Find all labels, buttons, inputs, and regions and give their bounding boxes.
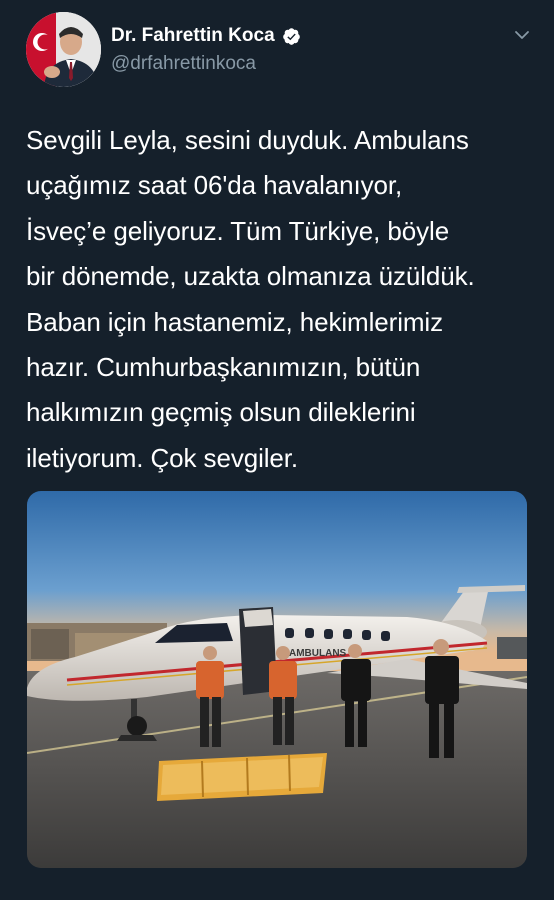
tweet-text-line: Baban için hastanemiz, hekimlerimiz: [26, 306, 444, 337]
tweet-text-line: iletiyorum. Çok sevgiler.: [26, 442, 299, 473]
avatar-image: [26, 12, 101, 87]
tweet-text-line: bir dönemde, uzakta olmanıza üzüldük.: [26, 261, 475, 292]
tweet-text-line: halkımızın geçmiş olsun dileklerini: [26, 397, 416, 428]
tweet-header: Dr. Fahrettin Koca @drfahrettinkoca: [26, 12, 531, 88]
tweet-media[interactable]: AMBULANS: [27, 491, 527, 868]
tweet-text-line: Sevgili Leyla, sesini duyduk. Ambulans: [26, 125, 469, 155]
isolation-stretcher: [157, 753, 327, 801]
verified-badge-icon: [282, 27, 301, 46]
avatar[interactable]: [26, 12, 101, 87]
handle[interactable]: @drfahrettinkoca: [111, 53, 256, 75]
chevron-down-icon[interactable]: [513, 26, 531, 44]
aircraft-label: AMBULANS: [289, 648, 347, 659]
name-row: Dr. Fahrettin Koca: [111, 25, 301, 47]
ambulance-plane-photo: AMBULANS: [27, 491, 527, 868]
tweet-text-line: hazır. Cumhurbaşkanımızın, bütün: [26, 352, 421, 383]
tweet-text-line: uçağımız saat 06'da havalanıyor,: [26, 170, 403, 201]
display-name[interactable]: Dr. Fahrettin Koca: [111, 25, 275, 47]
tweet: Dr. Fahrettin Koca @drfahrettinkoca Sevg…: [0, 0, 554, 900]
tweet-text: Sevgili Leyla, sesini duyduk. Ambulans u…: [26, 118, 531, 481]
tweet-text-line: İsveç’e geliyoruz. Tüm Türkiye, böyle: [26, 215, 450, 246]
